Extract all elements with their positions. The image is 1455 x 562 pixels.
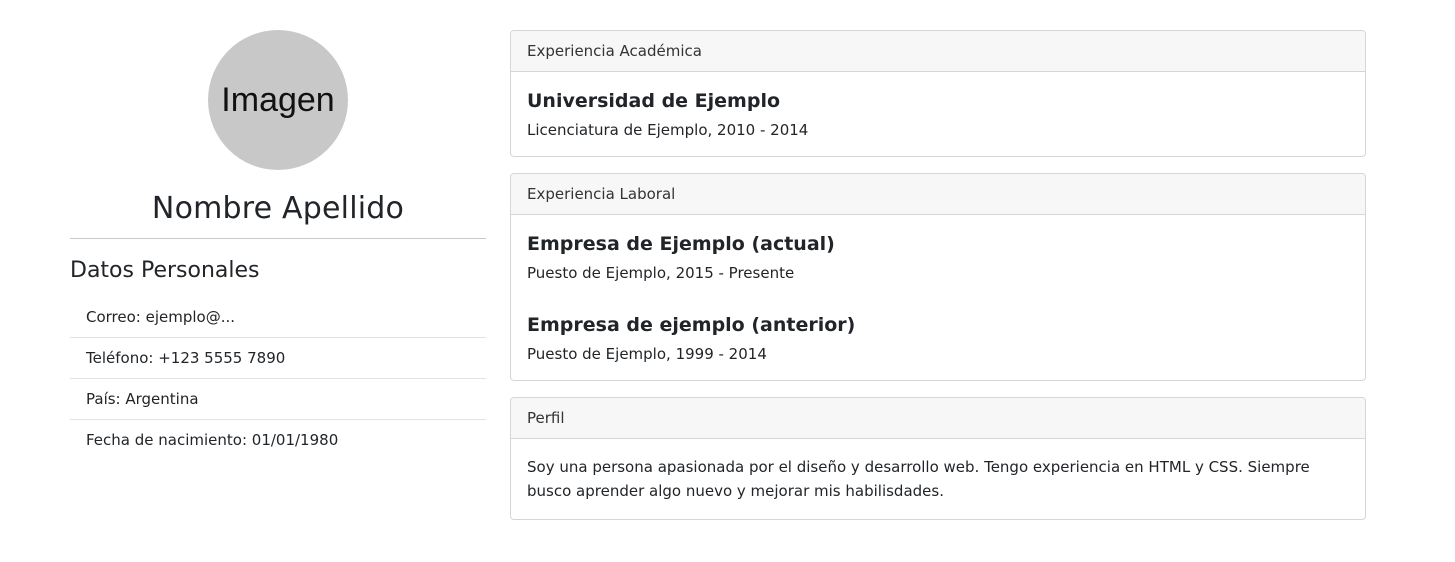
work-entry-title: Empresa de Ejemplo (actual)	[527, 233, 835, 255]
personal-column: Imagen Nombre Apellido Datos Personales …	[70, 30, 486, 460]
academic-entry-subtitle: Licenciatura de Ejemplo, 2010 - 2014	[527, 121, 809, 139]
work-card-body: Empresa de Ejemplo (actual) Puesto de Ej…	[511, 215, 1365, 380]
email-item: Correo: ejemplo@...	[70, 297, 486, 338]
work-entry-subtitle: Puesto de Ejemplo, 2015 - Presente	[527, 264, 795, 282]
work-card: Experiencia Laboral Empresa de Ejemplo (…	[510, 173, 1366, 381]
avatar-placeholder-text: Imagen	[221, 80, 335, 119]
birthdate-item: Fecha de nacimiento: 01/01/1980	[86, 431, 339, 449]
profile-card-header: Perfil	[511, 398, 1365, 439]
phone-item: Teléfono: +123 5555 7890	[70, 338, 486, 379]
work-entry: Empresa de Ejemplo (actual) Puesto de Ej…	[527, 231, 1349, 283]
academic-card: Experiencia Académica Universidad de Eje…	[510, 30, 1366, 157]
page: Imagen Nombre Apellido Datos Personales …	[0, 0, 1455, 562]
profile-card: Perfil Soy una persona apasionada por el…	[510, 397, 1366, 520]
person-name: Nombre Apellido	[151, 191, 405, 226]
academic-card-body: Universidad de Ejemplo Licenciatura de E…	[511, 72, 1365, 156]
avatar-image: Imagen	[208, 30, 348, 170]
academic-card-header: Experiencia Académica	[511, 31, 1365, 72]
name-divider	[70, 238, 486, 239]
work-entry-title: Empresa de ejemplo (anterior)	[527, 314, 856, 336]
personal-data-list: Correo: ejemplo@... Teléfono: +123 5555 …	[70, 297, 486, 460]
profile-description: Soy una persona apasionada por el diseño…	[527, 458, 1310, 500]
work-entry-subtitle: Puesto de Ejemplo, 1999 - 2014	[527, 345, 767, 363]
personal-data-title: Datos Personales	[70, 258, 260, 283]
work-card-header: Experiencia Laboral	[511, 174, 1365, 215]
work-entry: Empresa de ejemplo (anterior) Puesto de …	[527, 312, 1349, 364]
experience-column: Experiencia Académica Universidad de Eje…	[510, 30, 1366, 536]
country-item: País: Argentina	[70, 379, 486, 420]
profile-card-body: Soy una persona apasionada por el diseño…	[511, 439, 1365, 519]
academic-entry-title: Universidad de Ejemplo	[527, 90, 781, 112]
academic-entry: Universidad de Ejemplo Licenciatura de E…	[527, 88, 1349, 140]
